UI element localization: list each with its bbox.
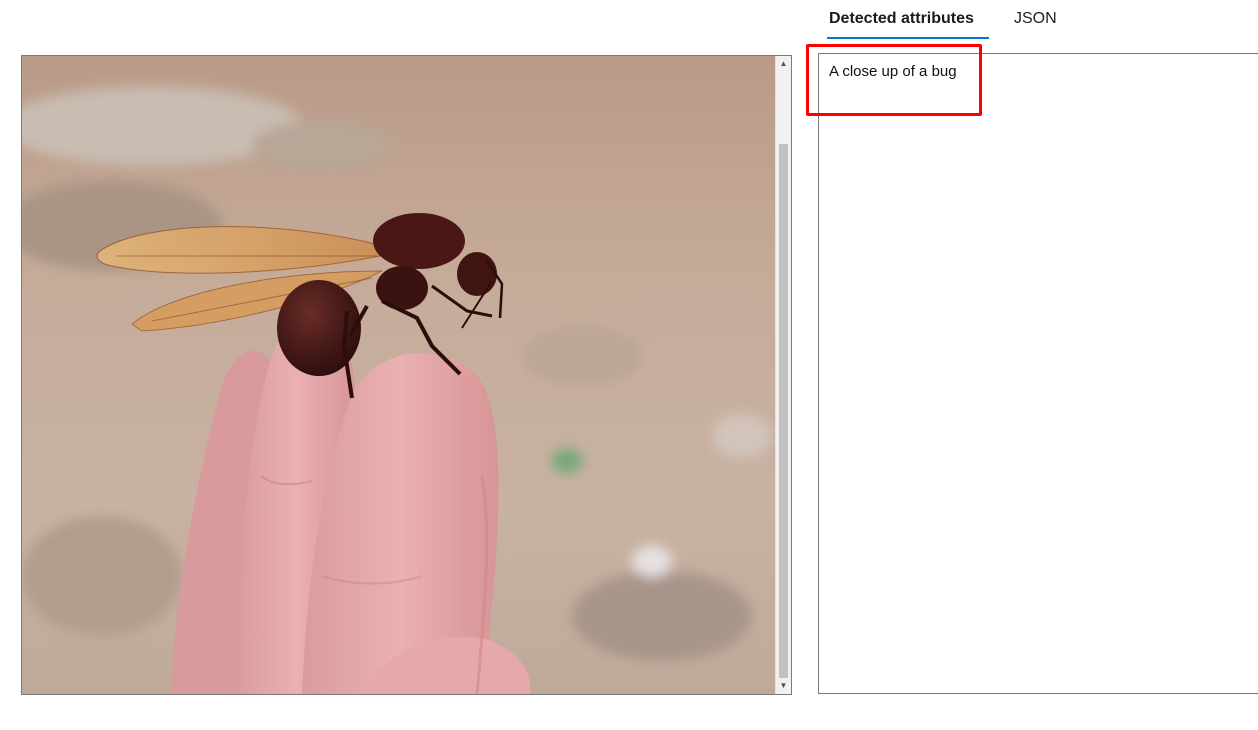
page: Detected attributes JSON ▲ ▼ A close up … bbox=[0, 0, 1258, 730]
image-viewer[interactable]: ▲ ▼ bbox=[21, 55, 792, 695]
tab-detected-attributes[interactable]: Detected attributes bbox=[829, 0, 974, 38]
caption-highlight-box bbox=[806, 44, 982, 116]
scroll-down-arrow-icon[interactable]: ▼ bbox=[776, 678, 791, 694]
tab-json[interactable]: JSON bbox=[1014, 0, 1057, 38]
uploaded-photo bbox=[22, 56, 776, 694]
active-tab-underline bbox=[827, 37, 989, 39]
scroll-up-arrow-icon[interactable]: ▲ bbox=[776, 56, 791, 72]
scroll-thumb[interactable] bbox=[779, 144, 788, 678]
results-panel: A close up of a bug bbox=[818, 53, 1258, 694]
viewer-scrollbar[interactable]: ▲ ▼ bbox=[775, 56, 791, 694]
